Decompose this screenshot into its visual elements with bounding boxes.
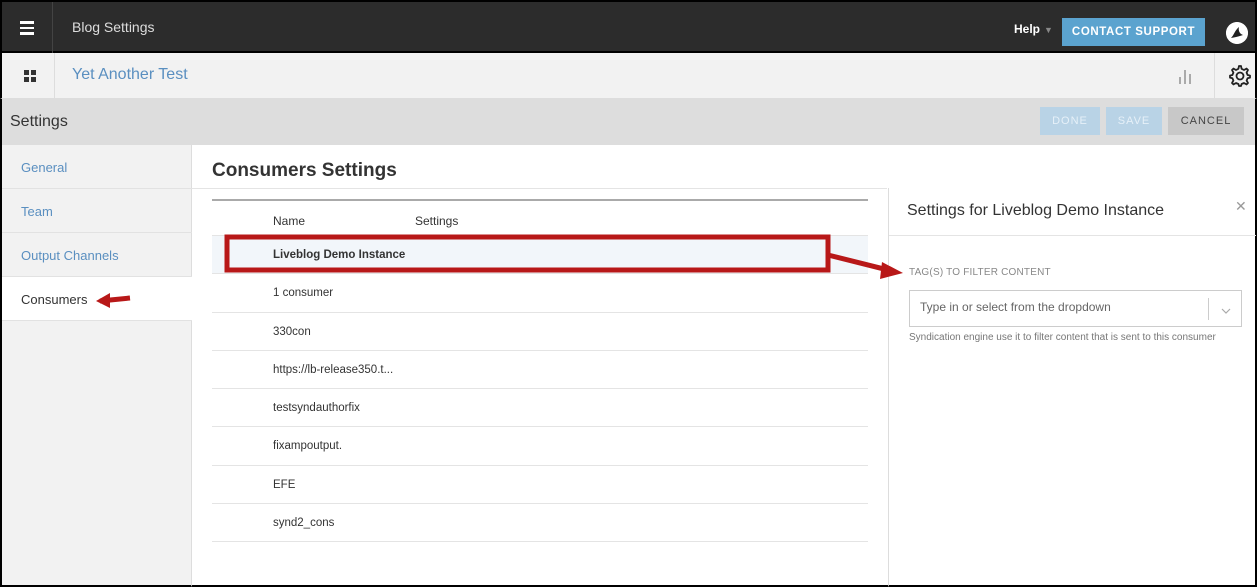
table-row[interactable]: synd2_cons [212,504,868,543]
table-row[interactable]: 330con [212,313,868,351]
blogbar-divider [54,53,55,99]
sidebar-item-output-channels[interactable]: Output Channels [2,233,192,277]
contact-support-button[interactable]: CONTACT SUPPORT [1062,18,1205,46]
panel-title: Settings for Liveblog Demo Instance [907,202,1165,219]
blog-bar: Yet Another Test [0,53,1257,99]
row-name: testsyndauthorfix [273,402,360,415]
tags-input[interactable] [920,300,1200,314]
hamburger-menu-icon[interactable] [8,8,46,48]
column-header-name: Name [273,214,306,228]
user-avatar-icon[interactable] [1226,22,1248,44]
help-menu[interactable]: Help ▼ [1014,22,1053,36]
settings-title: Settings [10,113,68,130]
title-divider [192,188,887,189]
consumer-settings-panel: Settings for Liveblog Demo Instance ✕ TA… [888,188,1257,587]
help-label: Help [1014,22,1041,36]
tags-help-text: Syndication engine use it to filter cont… [909,332,1216,343]
bar-chart-icon[interactable] [1177,68,1193,84]
row-name: https://lb-release350.t... [273,363,394,376]
blogbar-divider-right [1214,53,1215,99]
topbar-divider [52,2,53,55]
row-name: Liveblog Demo Instance [273,249,406,261]
help-caret-icon: ▼ [1044,25,1053,35]
consumers-table: Name Settings Liveblog Demo Instance 1 c… [212,199,868,543]
table-row[interactable]: EFE [212,466,868,505]
app-title: Blog Settings [72,19,155,35]
sidebar-item-general[interactable]: General [2,145,192,189]
top-bar: Blog Settings Help ▼ CONTACT SUPPORT [0,0,1257,55]
table-row[interactable]: testsyndauthorfix [212,389,868,428]
column-header-settings: Settings [415,214,459,228]
save-button[interactable]: SAVE [1106,107,1162,135]
done-button[interactable]: DONE [1040,107,1100,135]
sidebar-item-consumers[interactable]: Consumers [2,277,192,321]
table-row[interactable]: fixampoutput. [212,427,868,466]
tags-filter-label: TAG(S) TO FILTER CONTENT [909,267,1051,278]
row-name: 1 consumer [273,287,334,300]
row-name: 330con [273,325,311,338]
gear-icon[interactable] [1229,65,1251,87]
settings-bar: Settings DONE SAVE CANCEL [0,99,1257,145]
table-row[interactable]: 1 consumer [212,274,868,313]
table-header: Name Settings [212,199,868,236]
page-title: Consumers Settings [212,160,397,181]
table-row[interactable]: https://lb-release350.t... [212,351,868,390]
grid-icon[interactable] [24,70,36,82]
row-name: fixampoutput. [273,440,343,453]
panel-divider [889,235,1256,236]
dropdown-divider [1208,298,1209,320]
cancel-button[interactable]: CANCEL [1168,107,1244,135]
settings-sidebar: General Team Output Channels Consumers [0,145,192,587]
chevron-down-icon[interactable] [1221,303,1231,314]
row-name: EFE [273,478,296,491]
blog-name-link[interactable]: Yet Another Test [72,66,188,84]
close-icon[interactable]: ✕ [1235,198,1247,215]
table-row-selected[interactable]: Liveblog Demo Instance [212,236,868,275]
sidebar-item-team[interactable]: Team [2,189,192,233]
row-name: synd2_cons [273,517,335,530]
tags-select[interactable] [909,290,1242,327]
